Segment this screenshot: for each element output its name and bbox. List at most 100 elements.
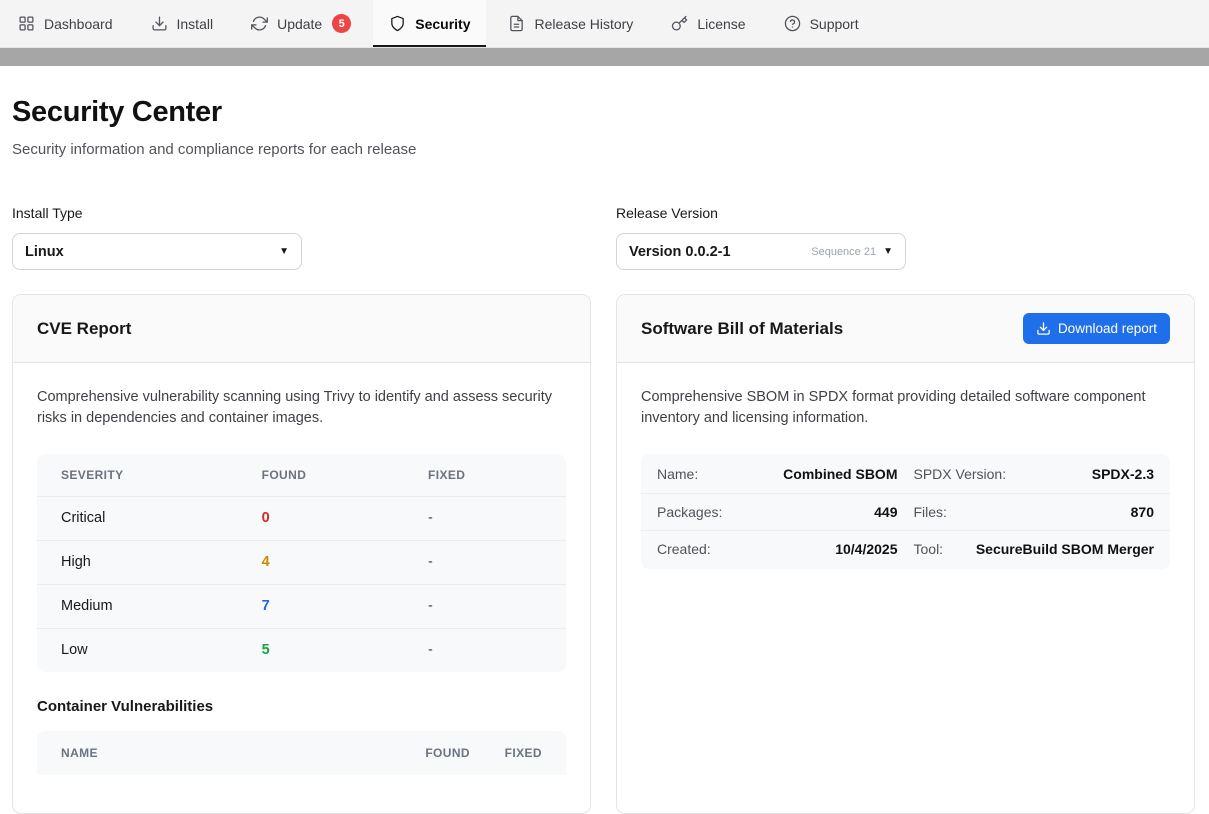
table-row-high: High 4 - [37,540,566,584]
table-row-low: Low 5 - [37,628,566,672]
nav-item-label: License [697,16,745,32]
nav-item-label: Install [177,16,214,32]
fixed-count: - [428,510,542,526]
found-count: 5 [262,642,428,658]
install-type-filter: Install Type Linux ▼ [12,205,591,270]
found-count: 0 [262,510,428,526]
cve-report-header: CVE Report [13,295,590,363]
nav-item-label: Update [277,16,322,32]
download-icon [151,15,168,32]
sbom-details-row: Name: Combined SBOM SPDX Version: SPDX-2… [641,456,1170,493]
sbom-header: Software Bill of Materials Download repo… [617,295,1194,363]
filters-row: Install Type Linux ▼ Release Version Ver… [12,205,1195,270]
found-count: 4 [262,554,428,570]
fixed-count: - [428,642,542,658]
nav-item-label: Release History [534,16,633,32]
nav-item-security[interactable]: Security [373,0,486,47]
scroll-divider [0,48,1209,66]
column-header-name: NAME [61,746,390,760]
help-circle-icon [784,15,801,32]
install-type-value: Linux [25,244,279,260]
fixed-count: - [428,598,542,614]
cve-report-body: Comprehensive vulnerability scanning usi… [13,363,590,799]
install-type-select[interactable]: Linux ▼ [12,233,302,270]
nav-item-install[interactable]: Install [135,0,230,47]
release-version-filter: Release Version Version 0.0.2-1 Sequence… [616,205,1195,270]
sbom-card: Software Bill of Materials Download repo… [616,294,1195,814]
detail-label: Files: [914,504,947,520]
sbom-description: Comprehensive SBOM in SPDX format provid… [641,387,1170,430]
detail-value: 870 [1131,504,1154,520]
detail-label: Packages: [657,504,722,520]
container-vulnerabilities-title: Container Vulnerabilities [37,698,566,715]
release-version-label: Release Version [616,205,1195,221]
page-title: Security Center [12,96,1195,129]
page-subtitle: Security information and compliance repo… [12,141,1195,158]
severity-label: High [61,554,262,570]
column-header-found: FOUND [390,746,470,760]
chevron-down-icon: ▼ [279,247,289,257]
install-type-label: Install Type [12,205,591,221]
top-navigation: Dashboard Install Update 5 Security Rele… [0,0,1209,48]
grid-icon [18,15,35,32]
sbom-body: Comprehensive SBOM in SPDX format provid… [617,363,1194,593]
cve-report-card: CVE Report Comprehensive vulnerability s… [12,294,591,814]
file-text-icon [508,15,525,32]
sbom-detail-tool: Tool: SecureBuild SBOM Merger [914,541,1155,557]
sbom-detail-name: Name: Combined SBOM [657,466,898,482]
fixed-count: - [428,554,542,570]
table-row-critical: Critical 0 - [37,496,566,540]
nav-item-support[interactable]: Support [768,0,875,47]
severity-table: SEVERITY FOUND FIXED Critical 0 - High 4… [37,454,566,672]
sbom-detail-files: Files: 870 [914,504,1155,520]
column-header-fixed: FIXED [470,746,542,760]
download-icon [1036,321,1051,336]
download-report-label: Download report [1058,321,1157,336]
detail-value: Combined SBOM [783,466,897,482]
detail-label: Name: [657,466,698,482]
detail-value: SecureBuild SBOM Merger [976,541,1154,557]
column-header-fixed: FIXED [428,468,542,482]
nav-item-update[interactable]: Update 5 [235,0,367,47]
nav-item-label: Support [810,16,859,32]
sequence-label: Sequence 21 [811,246,876,258]
release-version-value: Version 0.0.2-1 [629,244,811,260]
sbom-details: Name: Combined SBOM SPDX Version: SPDX-2… [641,454,1170,569]
release-version-select[interactable]: Version 0.0.2-1 Sequence 21 ▼ [616,233,906,270]
cve-report-title: CVE Report [37,319,131,339]
nav-item-dashboard[interactable]: Dashboard [2,0,129,47]
found-count: 7 [262,598,428,614]
column-header-severity: SEVERITY [61,468,262,482]
cards-row: CVE Report Comprehensive vulnerability s… [12,294,1195,814]
sbom-details-row: Created: 10/4/2025 Tool: SecureBuild SBO… [641,530,1170,567]
main-content: Security Center Security information and… [0,96,1209,814]
detail-label: SPDX Version: [914,466,1007,482]
sbom-title: Software Bill of Materials [641,319,843,339]
nav-item-license[interactable]: License [655,0,761,47]
detail-label: Tool: [914,541,944,557]
sbom-detail-created: Created: 10/4/2025 [657,541,898,557]
sbom-detail-spdx-version: SPDX Version: SPDX-2.3 [914,466,1155,482]
severity-label: Low [61,642,262,658]
sbom-details-row: Packages: 449 Files: 870 [641,493,1170,530]
column-header-found: FOUND [262,468,428,482]
nav-item-label: Security [415,16,470,32]
sbom-detail-packages: Packages: 449 [657,504,898,520]
severity-table-header: SEVERITY FOUND FIXED [37,454,566,496]
severity-label: Critical [61,510,262,526]
container-vulnerabilities-table-header: NAME FOUND FIXED [37,731,566,775]
detail-value: 10/4/2025 [835,541,897,557]
detail-value: 449 [874,504,897,520]
key-icon [671,15,688,32]
detail-label: Created: [657,541,711,557]
cve-report-description: Comprehensive vulnerability scanning usi… [37,387,566,430]
shield-icon [389,15,406,32]
refresh-icon [251,15,268,32]
download-report-button[interactable]: Download report [1023,313,1170,344]
update-count-badge: 5 [332,14,351,33]
nav-item-release-history[interactable]: Release History [492,0,649,47]
nav-item-label: Dashboard [44,16,113,32]
table-row-medium: Medium 7 - [37,584,566,628]
chevron-down-icon: ▼ [883,247,893,257]
detail-value: SPDX-2.3 [1092,466,1154,482]
